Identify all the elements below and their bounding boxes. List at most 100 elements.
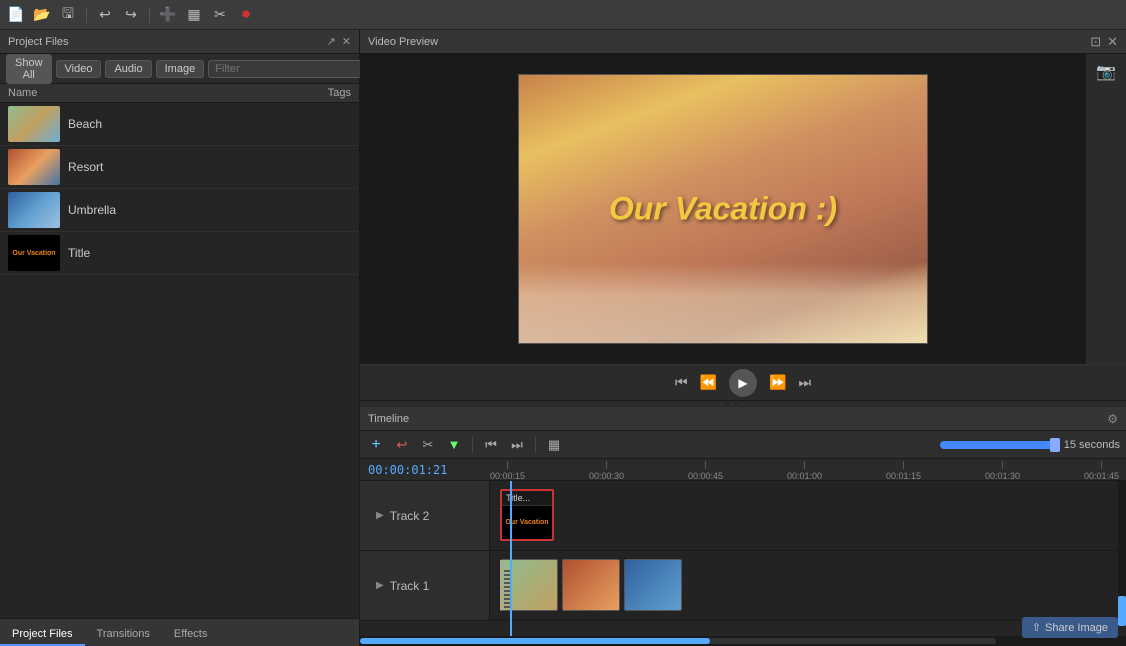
title-clip[interactable]: Title... Our Vacation bbox=[500, 489, 554, 541]
clip-drag-handle[interactable] bbox=[504, 568, 510, 608]
panel-controls: ↗ ✕ bbox=[327, 35, 351, 48]
panel-title: Project Files bbox=[8, 36, 69, 48]
tl-skip-end-icon[interactable]: ⏭ bbox=[507, 435, 527, 455]
list-item[interactable]: Resort bbox=[0, 146, 359, 189]
forward-end-button[interactable]: ⏭ bbox=[798, 374, 811, 391]
right-scroll-thumb[interactable] bbox=[1118, 596, 1126, 626]
add-clip-icon[interactable]: ➕ bbox=[158, 5, 178, 25]
zoom-slider[interactable] bbox=[940, 441, 1060, 449]
beach-thumbnail bbox=[8, 106, 60, 142]
umbrella-thumbnail bbox=[8, 192, 60, 228]
save-icon[interactable]: 🖫 bbox=[58, 5, 78, 25]
preview-close-icon[interactable]: ✕ bbox=[1107, 34, 1118, 50]
playback-controls: ⏮ ⏪ ▶ ⏩ ⏭ bbox=[360, 364, 1126, 400]
track-1-label: ▶ Track 1 bbox=[360, 551, 490, 620]
name-column-header: Name bbox=[8, 87, 328, 99]
time-display: 00:00:01:21 bbox=[360, 463, 490, 477]
tl-skip-start-icon[interactable]: ⏮ bbox=[481, 435, 501, 455]
fast-forward-button[interactable]: ⏩ bbox=[769, 374, 786, 391]
timeline-settings-icon[interactable]: ⚙ bbox=[1107, 412, 1118, 426]
track-2-name: Track 2 bbox=[390, 509, 430, 523]
resort-thumbnail bbox=[8, 149, 60, 185]
filter-input[interactable] bbox=[208, 60, 364, 78]
share-icon: ⇧ bbox=[1032, 621, 1041, 634]
main-layout: Project Files ↗ ✕ Show All Video Audio I… bbox=[0, 30, 1126, 646]
timeline-scroll-track[interactable] bbox=[360, 638, 996, 644]
cut-icon[interactable]: ✂ bbox=[210, 5, 230, 25]
tab-effects[interactable]: Effects bbox=[162, 624, 219, 646]
right-panel: Video Preview ⊡ ✕ Our Vacation :) 📷 bbox=[360, 30, 1126, 646]
ruler-mark: 00:01:15 bbox=[886, 459, 921, 480]
file-list-header: Name Tags bbox=[0, 84, 359, 103]
screenshot-icon[interactable]: 📷 bbox=[1096, 62, 1116, 82]
tl-cut-icon[interactable]: ✂ bbox=[418, 435, 438, 455]
tl-marker-icon[interactable]: ▦ bbox=[544, 435, 564, 455]
title-clip-thumb: Our Vacation bbox=[502, 506, 552, 539]
video-overlay-text: Our Vacation :) bbox=[609, 191, 837, 228]
umbrella-filename: Umbrella bbox=[68, 203, 116, 217]
transition-icon[interactable]: ▦ bbox=[184, 5, 204, 25]
track-2-content[interactable]: Title... Our Vacation bbox=[490, 481, 1126, 550]
video-filter-button[interactable]: Video bbox=[56, 60, 102, 78]
undo-icon[interactable]: ↩ bbox=[95, 5, 115, 25]
panel-detach-icon[interactable]: ↗ bbox=[327, 35, 336, 48]
preview-title: Video Preview bbox=[368, 36, 438, 48]
ruler-mark: 00:01:45 bbox=[1084, 459, 1119, 480]
new-icon[interactable]: 📄 bbox=[6, 5, 26, 25]
video-image: Our Vacation :) bbox=[518, 74, 928, 344]
redo-icon[interactable]: ↪ bbox=[121, 5, 141, 25]
list-item[interactable]: Beach bbox=[0, 103, 359, 146]
right-scroll-bar[interactable] bbox=[1118, 481, 1126, 626]
tl-undo-icon[interactable]: ↩ bbox=[392, 435, 412, 455]
rewind-start-button[interactable]: ⏮ bbox=[675, 374, 688, 391]
rewind-button[interactable]: ⏪ bbox=[700, 374, 717, 391]
track-1-row: ▶ Track 1 bbox=[360, 551, 1126, 621]
timeline-header: Timeline ⚙ bbox=[360, 407, 1126, 431]
tl-add-icon[interactable]: + bbox=[366, 435, 386, 455]
video-canvas[interactable]: Our Vacation :) bbox=[360, 54, 1086, 364]
resort-clip[interactable] bbox=[562, 559, 620, 611]
timeline-tools: ⚙ bbox=[1107, 412, 1118, 426]
audio-filter-button[interactable]: Audio bbox=[105, 60, 151, 78]
beach-clip[interactable] bbox=[500, 559, 558, 611]
tab-transitions[interactable]: Transitions bbox=[85, 624, 162, 646]
image-filter-button[interactable]: Image bbox=[156, 60, 205, 78]
show-all-button[interactable]: Show All bbox=[6, 54, 52, 84]
preview-expand-icon[interactable]: ⊡ bbox=[1090, 34, 1101, 50]
ruler-mark: 00:00:45 bbox=[688, 459, 723, 480]
bottom-tabs: Project Files Transitions Effects bbox=[0, 618, 359, 646]
list-item[interactable]: Our Vacation Title bbox=[0, 232, 359, 275]
ruler-marks: 00:00:15 00:00:30 00:00:45 00:01:00 00:0… bbox=[490, 459, 1126, 480]
title-filename: Title bbox=[68, 246, 90, 260]
panel-close-icon[interactable]: ✕ bbox=[342, 35, 351, 48]
preview-header-controls: ⊡ ✕ bbox=[1090, 34, 1118, 50]
share-label: Share Image bbox=[1045, 622, 1108, 634]
filter-bar: Show All Video Audio Image ✕ bbox=[0, 54, 359, 84]
track-1-content[interactable] bbox=[490, 551, 1126, 620]
record-icon[interactable]: ⏺ bbox=[236, 5, 256, 25]
resort-filename: Resort bbox=[68, 160, 103, 174]
timeline-scroll-thumb[interactable] bbox=[360, 638, 710, 644]
track-1-name: Track 1 bbox=[390, 579, 430, 593]
video-preview-panel: Video Preview ⊡ ✕ Our Vacation :) 📷 bbox=[360, 30, 1126, 401]
zoom-slider-container: 15 seconds bbox=[940, 439, 1120, 451]
share-image-button[interactable]: ⇧ Share Image bbox=[1022, 617, 1118, 638]
track-2-chevron-icon[interactable]: ▶ bbox=[376, 510, 384, 521]
title-clip-label: Title... bbox=[502, 491, 552, 506]
preview-right-bar: 📷 bbox=[1086, 54, 1126, 364]
track-2-label: ▶ Track 2 bbox=[360, 481, 490, 550]
wave-overlay bbox=[519, 263, 927, 343]
list-item[interactable]: Umbrella bbox=[0, 189, 359, 232]
tab-project-files[interactable]: Project Files bbox=[0, 624, 85, 646]
zoom-thumb[interactable] bbox=[1050, 438, 1060, 452]
file-list: Beach Resort Umbrella Our Vacation Title bbox=[0, 103, 359, 618]
tags-column-header: Tags bbox=[328, 87, 351, 99]
left-panel: Project Files ↗ ✕ Show All Video Audio I… bbox=[0, 30, 360, 646]
play-button[interactable]: ▶ bbox=[729, 369, 757, 397]
tl-down-arrow-icon[interactable]: ▼ bbox=[444, 435, 464, 455]
track-1-chevron-icon[interactable]: ▶ bbox=[376, 580, 384, 591]
umbrella-clip[interactable] bbox=[624, 559, 682, 611]
ruler-mark: 00:00:30 bbox=[589, 459, 624, 480]
open-icon[interactable]: 📂 bbox=[32, 5, 52, 25]
timeline-time-ruler: 00:00:01:21 00:00:15 00:00:30 00:00:45 0… bbox=[360, 459, 1126, 481]
